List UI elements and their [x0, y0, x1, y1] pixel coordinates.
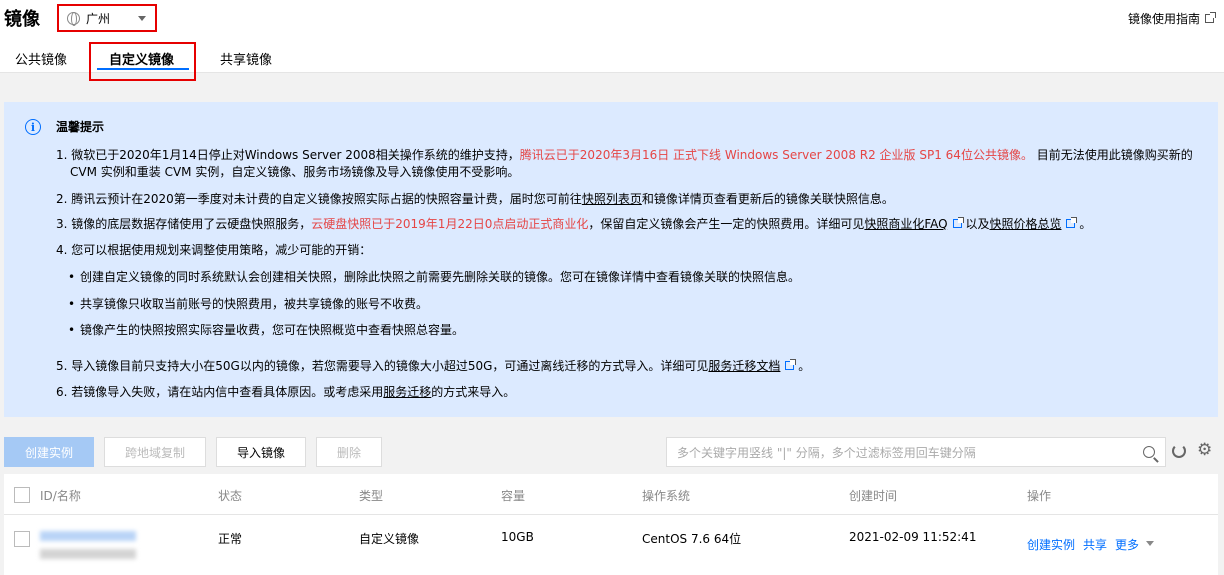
capacity-cell: 10GB	[501, 530, 534, 544]
row-more-link[interactable]: 更多	[1115, 536, 1139, 553]
snapshot-list-link[interactable]: 快照列表页	[582, 192, 642, 206]
image-table: ID/名称 状态 类型 容量 操作系统 创建时间 操作 正常 自定义镜像 10G…	[4, 474, 1218, 575]
column-header: 操作	[1027, 489, 1052, 503]
notice-line-3: 3. 镜像的底层数据存储使用了云硬盘快照服务，云硬盘快照已于2019年1月22日…	[56, 217, 1092, 231]
notice-line-6: 6. 若镜像导入失败，请在站内信中查看具体原因。或考虑采用服务迁移的方式来导入。	[56, 385, 516, 399]
chevron-down-icon	[1146, 541, 1154, 546]
external-link-icon	[785, 359, 797, 370]
snapshot-price-link[interactable]: 快照价格总览	[989, 217, 1061, 231]
search-placeholder: 多个关键字用竖线 "|" 分隔，多个过滤标签用回车键分隔	[677, 445, 976, 460]
notice-bullet-2: 共享镜像只收取当前账号的快照费用，被共享镜像的账号不收费。	[68, 296, 428, 313]
region-value: 广州	[86, 11, 111, 26]
type-cell: 自定义镜像	[359, 532, 420, 546]
notice-line-1-cont: CVM 实例和重装 CVM 实例，自定义镜像、服务市场镜像及导入镜像使用不受影响…	[70, 165, 520, 179]
external-link-icon	[1205, 12, 1216, 23]
column-header: 类型	[359, 489, 384, 503]
notice-line-5: 5. 导入镜像目前只支持大小在50G以内的镜像，若您需要导入的镜像大小超过50G…	[56, 359, 811, 373]
created-time-cell: 2021-02-09 11:52:41	[849, 530, 977, 544]
search-input[interactable]: 多个关键字用竖线 "|" 分隔，多个过滤标签用回车键分隔	[666, 437, 1166, 467]
image-name-redacted	[40, 549, 136, 559]
search-icon[interactable]	[1143, 446, 1155, 458]
cross-region-copy-button[interactable]: 跨地域复制	[104, 437, 206, 467]
table-header: ID/名称 状态 类型 容量 操作系统 创建时间 操作	[4, 474, 1218, 515]
row-share-link[interactable]: 共享	[1083, 536, 1107, 553]
image-id-redacted[interactable]	[40, 531, 136, 541]
notice-panel: i 温馨提示 1. 微软已于2020年1月14日停止对Windows Serve…	[4, 102, 1218, 417]
notice-bullet-1: 创建自定义镜像的同时系统默认会创建相关快照，删除此快照之前需要先删除关联的镜像。…	[68, 269, 800, 286]
page-header: 镜像 广州 镜像使用指南 公共镜像 自定义镜像 共享镜像	[0, 0, 1224, 81]
column-header: 状态	[218, 489, 243, 503]
delete-button[interactable]: 删除	[316, 437, 382, 467]
create-instance-button[interactable]: 创建实例	[4, 437, 94, 467]
active-tab-underline	[97, 68, 189, 70]
snapshot-faq-link[interactable]: 快照商业化FAQ	[864, 217, 947, 231]
info-icon: i	[25, 119, 41, 135]
import-image-button[interactable]: 导入镜像	[216, 437, 306, 467]
globe-icon	[67, 11, 80, 26]
row-checkbox[interactable]	[14, 531, 30, 547]
status-cell: 正常	[218, 532, 243, 546]
tab-shared-images[interactable]: 共享镜像	[220, 49, 272, 68]
gear-icon[interactable]: ⚙	[1197, 442, 1212, 459]
column-header: 操作系统	[642, 489, 691, 503]
region-select[interactable]: 广州	[57, 4, 157, 32]
row-create-instance-link[interactable]: 创建实例	[1027, 536, 1075, 553]
select-all-checkbox[interactable]	[14, 487, 30, 503]
notice-line-2: 2. 腾讯云预计在2020第一季度对未计费的自定义镜像按照实际占据的快照容量计费…	[56, 192, 894, 206]
image-guide-link[interactable]: 镜像使用指南	[1128, 10, 1216, 27]
external-link-icon	[952, 217, 964, 228]
column-header: 容量	[501, 489, 526, 503]
migration-doc-link[interactable]: 服务迁移文档	[708, 359, 780, 373]
os-cell: CentOS 7.6 64位	[642, 532, 742, 546]
notice-bullet-3: 镜像产生的快照按照实际容量收费，您可在快照概览中查看快照总容量。	[68, 322, 464, 339]
notice-line-1: 1. 微软已于2020年1月14日停止对Windows Server 2008相…	[56, 148, 1193, 162]
column-header: ID/名称	[40, 489, 81, 503]
page-title: 镜像	[4, 9, 40, 30]
service-migration-link[interactable]: 服务迁移	[383, 385, 431, 399]
column-header: 创建时间	[849, 489, 898, 503]
notice-line-4: 4. 您可以根据使用规划来调整使用策略，减少可能的开销：	[56, 243, 372, 257]
chevron-down-icon	[138, 16, 146, 21]
notice-title: 温馨提示	[56, 120, 105, 134]
external-link-icon	[1066, 217, 1078, 228]
tab-custom-images[interactable]: 自定义镜像	[109, 49, 174, 68]
tab-public-images[interactable]: 公共镜像	[15, 49, 67, 68]
refresh-icon[interactable]	[1172, 444, 1186, 458]
